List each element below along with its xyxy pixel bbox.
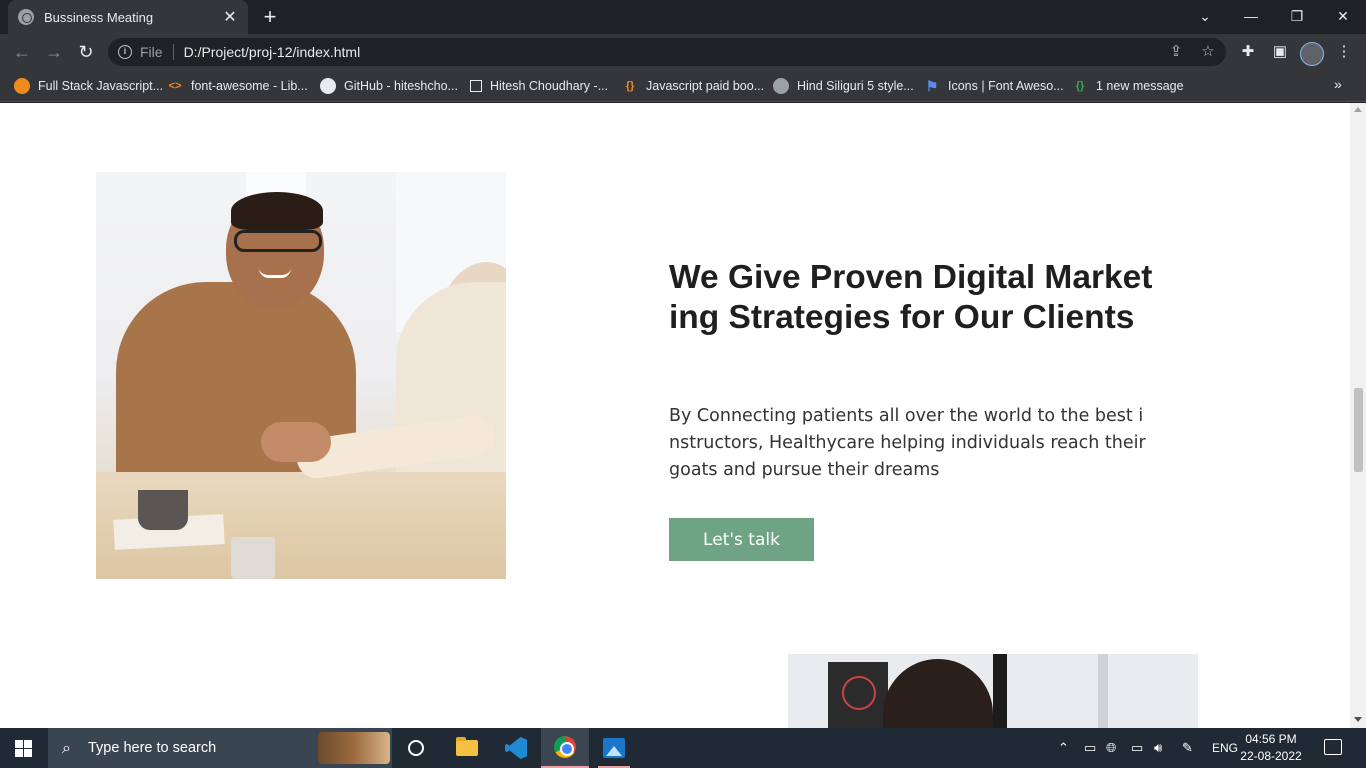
browser-tab[interactable]: Bussiness Meating ✕: [8, 0, 248, 34]
bookmarks-overflow-icon[interactable]: »: [1334, 76, 1342, 92]
bookmark-label: Javascript paid boo...: [646, 79, 765, 93]
tab-title: Bussiness Meating: [44, 9, 154, 25]
close-window-button[interactable]: ✕: [1320, 0, 1366, 32]
windows-taskbar: ⌕ Type here to search ⌃ ▭ 🌐︎ ▭ 🔊︎ ✎ ENG …: [0, 728, 1366, 768]
extensions-icon[interactable]: ✚: [1236, 40, 1260, 64]
globe-icon: [18, 9, 34, 25]
search-placeholder: Type here to search: [88, 740, 217, 756]
menu-kebab-icon[interactable]: ⋮: [1332, 40, 1356, 64]
language-indicator[interactable]: ENG: [1212, 728, 1238, 768]
bookmark-star-icon[interactable]: ☆: [1196, 40, 1220, 64]
address-divider: [172, 44, 174, 60]
bookmark-label: Hind Siliguri 5 style...: [797, 79, 914, 93]
search-highlight-image: [318, 732, 390, 764]
bookmark-label: Hitesh Choudhary -...: [490, 79, 609, 93]
flag-icon: ⚑: [925, 77, 939, 94]
page-scrollbar[interactable]: [1350, 103, 1366, 728]
address-scheme: File: [140, 44, 163, 60]
photos-button[interactable]: [590, 728, 638, 768]
photos-icon: [603, 738, 625, 758]
address-url[interactable]: D:/Project/proj-12/index.html: [184, 44, 361, 60]
globe-icon: [773, 78, 789, 94]
orange-circle-icon: [14, 78, 30, 94]
lets-talk-button[interactable]: Let's talk: [669, 518, 814, 561]
scroll-down-icon[interactable]: [1354, 717, 1362, 722]
windows-start-icon[interactable]: [15, 740, 32, 757]
search-icon: ⌕: [62, 740, 71, 757]
scrollbar-thumb[interactable]: [1354, 388, 1363, 472]
bookmark-item[interactable]: Hitesh Choudhary -...: [470, 76, 608, 96]
section-description: By Connecting patients all over the worl…: [669, 406, 1146, 480]
file-explorer-button[interactable]: [443, 728, 491, 768]
notification-center-icon[interactable]: [1324, 739, 1342, 755]
page-viewport: We Give Proven Digital Marketing Strateg…: [0, 103, 1350, 728]
bookmark-label: Icons | Font Aweso...: [948, 79, 1064, 93]
side-panel-icon[interactable]: ▣: [1268, 40, 1292, 64]
reload-button[interactable]: ↻: [74, 40, 98, 64]
clock-time: 04:56 PM: [1245, 732, 1297, 746]
folder-icon: [456, 737, 478, 756]
minimize-button[interactable]: —: [1228, 0, 1274, 32]
tab-strip: Bussiness Meating ✕ + ⌄ — ❐ ✕: [0, 0, 1366, 34]
chrome-button[interactable]: [541, 728, 589, 768]
new-tab-button[interactable]: +: [258, 5, 282, 29]
battery-icon[interactable]: ▭: [1131, 728, 1143, 768]
office-photo-image: [788, 654, 1198, 728]
chrome-icon: [554, 736, 576, 758]
bookmark-item[interactable]: {} 1 new message: [1072, 76, 1184, 96]
volume-icon[interactable]: 🔊︎: [1154, 728, 1162, 768]
bookmarks-bar: Full Stack Javascript... <> font-awesome…: [0, 70, 1366, 102]
tab-search-button[interactable]: ⌄: [1182, 0, 1228, 32]
profile-avatar[interactable]: [1300, 42, 1324, 66]
cortana-icon: [408, 740, 424, 756]
bookmark-item[interactable]: <> font-awesome - Lib...: [167, 76, 308, 96]
square-icon: [470, 80, 482, 92]
address-bar[interactable]: i File D:/Project/proj-12/index.html: [108, 38, 1226, 66]
forward-button[interactable]: →: [42, 40, 66, 64]
share-icon[interactable]: ⇪: [1164, 40, 1188, 64]
section-heading: We Give Proven Digital Marketing Strateg…: [669, 259, 1153, 336]
braces-icon: {}: [625, 80, 635, 92]
vscode-button[interactable]: [492, 728, 540, 768]
bookmark-label: 1 new message: [1096, 79, 1184, 93]
code-brackets-icon: <>: [168, 80, 182, 92]
vscode-icon: [505, 737, 527, 759]
clock[interactable]: 04:56 PM 22-08-2022: [1240, 731, 1302, 765]
bookmark-label: GitHub - hiteshcho...: [344, 79, 458, 93]
browser-toolbar: ← → ↻ i File D:/Project/proj-12/index.ht…: [0, 34, 1366, 70]
meet-now-icon[interactable]: ▭: [1084, 728, 1096, 768]
handshake-image: [96, 172, 506, 579]
bookmark-label: font-awesome - Lib...: [191, 79, 308, 93]
scroll-up-icon[interactable]: [1354, 107, 1362, 112]
close-tab-icon[interactable]: ✕: [222, 7, 238, 27]
back-button[interactable]: ←: [10, 40, 34, 64]
info-icon[interactable]: i: [118, 45, 132, 59]
show-hidden-icons-icon[interactable]: ⌃: [1058, 728, 1069, 768]
network-globe-icon[interactable]: 🌐︎: [1106, 728, 1116, 768]
github-icon: [320, 78, 336, 94]
bookmark-item[interactable]: ⚑ Icons | Font Aweso...: [924, 76, 1064, 96]
message-icon: {}: [1075, 80, 1085, 92]
pen-icon[interactable]: ✎: [1182, 728, 1193, 768]
clock-date: 22-08-2022: [1240, 749, 1302, 763]
restore-button[interactable]: ❐: [1274, 0, 1320, 32]
bookmark-item[interactable]: GitHub - hiteshcho...: [320, 76, 458, 96]
bookmark-item[interactable]: {} Javascript paid boo...: [622, 76, 764, 96]
bookmark-item[interactable]: Full Stack Javascript...: [14, 76, 163, 96]
bookmark-label: Full Stack Javascript...: [38, 79, 164, 93]
bookmark-item[interactable]: Hind Siliguri 5 style...: [773, 76, 914, 96]
taskbar-search-box[interactable]: ⌕ Type here to search: [48, 728, 392, 768]
cortana-button[interactable]: [392, 728, 440, 768]
